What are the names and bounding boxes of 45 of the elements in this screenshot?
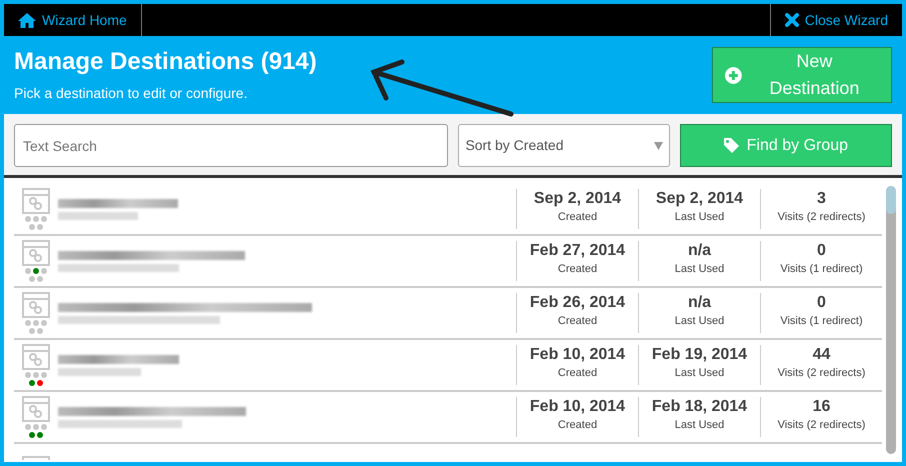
visit-count: 0 — [816, 293, 827, 313]
last-used-date: n/a — [686, 293, 712, 313]
created-date: Feb 10, 2014 — [528, 397, 626, 417]
created-label: Created — [556, 366, 598, 381]
visits-label: Visits (2 redirects) — [776, 366, 866, 381]
created-label: Created — [556, 314, 598, 329]
plus-circle-icon — [725, 66, 742, 84]
visit-count: 3 — [816, 189, 827, 209]
created-label: Created — [556, 418, 598, 433]
last-used-label: Last Used — [674, 262, 726, 277]
visit-count: 16 — [812, 397, 832, 417]
home-icon — [18, 12, 36, 28]
visits-label: Visits (1 redirect) — [779, 314, 864, 329]
last-used-date: Feb 19, 2014 — [650, 345, 748, 365]
last-used-date: Feb 18, 2014 — [650, 397, 748, 417]
link-page-icon — [22, 292, 50, 318]
visit-count: 0 — [816, 241, 827, 261]
last-used-date: n/a — [686, 241, 712, 261]
created-label: Created — [556, 210, 598, 225]
visits-label: Visits (2 redirects) — [776, 418, 866, 433]
link-page-icon — [22, 396, 50, 422]
last-used-label: Last Used — [674, 314, 726, 329]
dropdown-caret-icon — [654, 141, 663, 150]
last-used-date: Sep 2, 2014 — [654, 189, 744, 209]
link-page-icon — [22, 344, 50, 370]
sort-dropdown[interactable]: Sort by Created — [458, 124, 670, 167]
close-icon — [784, 13, 799, 27]
created-date: Feb 26, 2014 — [528, 293, 626, 313]
page-title: Manage Destinations (914) — [14, 48, 317, 77]
created-date: Feb 10, 2014 — [528, 345, 626, 365]
visits-label: Visits (2 redirects) — [776, 210, 866, 225]
last-used-label: Last Used — [674, 210, 726, 225]
last-used-label: Last Used — [674, 418, 726, 433]
visit-count: 44 — [812, 345, 832, 365]
last-used-label: Last Used — [674, 366, 726, 381]
visits-label: Visits (1 redirect) — [779, 262, 864, 277]
text-search-field[interactable]: Text Search — [14, 124, 448, 167]
created-date: Sep 2, 2014 — [532, 189, 622, 209]
created-label: Created — [556, 262, 598, 277]
tag-icon — [724, 138, 739, 153]
scrollbar[interactable] — [886, 186, 896, 454]
link-page-icon — [22, 240, 50, 266]
page-subtitle: Pick a destination to edit or configure. — [14, 84, 248, 103]
link-page-icon — [22, 188, 50, 214]
created-date: Feb 27, 2014 — [528, 241, 626, 261]
